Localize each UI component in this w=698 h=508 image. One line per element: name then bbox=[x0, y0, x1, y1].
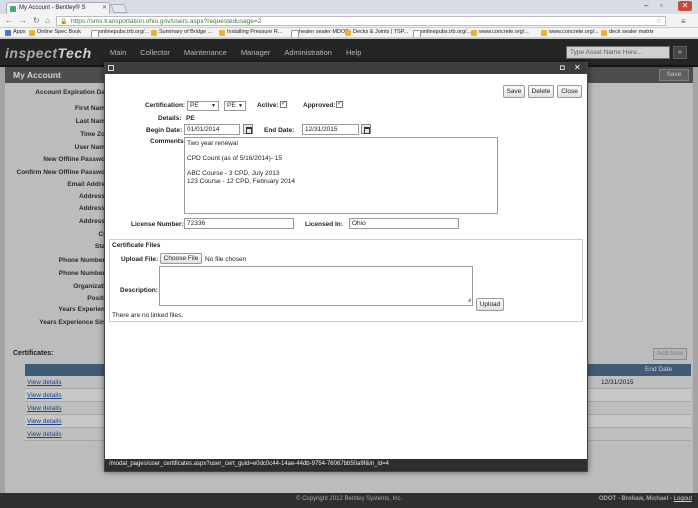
license-number-label: License Number: bbox=[131, 221, 184, 228]
modal-close-button[interactable]: Close bbox=[557, 85, 582, 98]
browser-tab-bar: My Account - Bentley® S ✕ – ▫ ✕ bbox=[0, 0, 698, 14]
licensed-in-input[interactable]: Ohio bbox=[349, 218, 459, 229]
details-value: PE bbox=[186, 115, 195, 122]
bookmark-item[interactable]: www.concrete.org/... bbox=[540, 29, 599, 36]
upload-button[interactable]: Upload bbox=[476, 298, 504, 311]
bookmark-star-icon[interactable]: ☆ bbox=[656, 17, 662, 25]
tab-close-icon[interactable]: ✕ bbox=[102, 4, 107, 11]
details-label: Details: bbox=[158, 115, 182, 122]
modal-delete-button[interactable]: Delete bbox=[528, 85, 554, 98]
forward-icon[interactable]: → bbox=[19, 16, 27, 25]
upload-file-label: Upload File: bbox=[121, 256, 159, 263]
home-icon[interactable]: ⌂ bbox=[45, 16, 50, 25]
active-checkbox[interactable]: ✓ bbox=[280, 101, 287, 108]
comments-textarea[interactable]: Two year renewal CPD Count (as of 5/16/2… bbox=[184, 137, 498, 214]
approved-label: Approved: bbox=[303, 102, 336, 109]
bookmark-item[interactable]: deck sealer matrix bbox=[600, 29, 654, 36]
begin-date-calendar-icon[interactable] bbox=[243, 124, 253, 134]
tab-title: My Account - Bentley® S bbox=[19, 5, 86, 11]
end-date-input[interactable]: 12/31/2015 bbox=[302, 124, 359, 135]
modal-system-icon bbox=[108, 65, 114, 71]
choose-file-button[interactable]: Choose File bbox=[160, 253, 202, 264]
maximize-icon[interactable]: ▫ bbox=[660, 1, 663, 10]
url-input[interactable]: 🔒 https://sms.transportation.ohio.gov/us… bbox=[56, 16, 666, 26]
lock-icon: 🔒 bbox=[60, 19, 68, 25]
bookmarks-bar: Apps Online Spec Book onlinepubs.trb.org/.… bbox=[0, 28, 698, 38]
end-date-label: End Date: bbox=[264, 127, 295, 134]
description-label: Description: bbox=[120, 287, 158, 294]
new-tab-button[interactable] bbox=[110, 4, 128, 13]
reload-icon[interactable]: ↻ bbox=[33, 16, 40, 25]
licensed-in-label: Licensed In: bbox=[305, 221, 343, 228]
certification-sub-select[interactable]: PE ▼ bbox=[224, 101, 246, 111]
chevron-down-icon: ▼ bbox=[238, 103, 243, 109]
url-text: https://sms.transportation.ohio.gov/user… bbox=[71, 18, 262, 25]
back-icon[interactable]: ← bbox=[5, 16, 13, 25]
approved-checkbox[interactable]: ✓ bbox=[336, 101, 343, 108]
license-number-input[interactable]: 72336 bbox=[184, 218, 294, 229]
comments-label: Comments: bbox=[150, 138, 186, 145]
begin-date-label: Begin Date: bbox=[146, 127, 183, 134]
bookmark-item[interactable]: healer sealer MDOT bbox=[290, 29, 349, 37]
bookmark-item[interactable]: onlinepubs.trb.org/... bbox=[412, 29, 471, 37]
browser-menu-icon[interactable]: ≡ bbox=[681, 17, 686, 26]
no-file-chosen-text: No file chosen bbox=[205, 256, 247, 263]
resize-grip-icon[interactable]: ◢ bbox=[467, 297, 471, 305]
modal-maximize-icon[interactable]: ◘ bbox=[560, 63, 565, 72]
chevron-down-icon: ▼ bbox=[211, 103, 216, 109]
site-favicon-icon bbox=[10, 6, 16, 12]
certificate-modal: ◘ ✕ Save Delete Close Certification: PE ▼… bbox=[104, 62, 588, 472]
bookmark-item[interactable]: Installing Pressure R... bbox=[218, 29, 282, 36]
modal-status-url: /modal_pages/user_certificates.aspx?user… bbox=[105, 459, 587, 471]
address-bar: ← → ↻ ⌂ 🔒 https://sms.transportation.ohi… bbox=[0, 14, 698, 28]
no-linked-files-text: There are no linked files. bbox=[112, 312, 184, 319]
bookmark-item[interactable]: Decks & Joints | TSP... bbox=[344, 29, 408, 36]
window-close-icon[interactable]: ✕ bbox=[678, 1, 692, 11]
bookmark-item[interactable]: www.concrete.org/... bbox=[470, 29, 529, 36]
browser-tab[interactable]: My Account - Bentley® S ✕ bbox=[6, 2, 110, 14]
bookmark-item[interactable]: onlinepubs.trb.org/... bbox=[90, 29, 149, 37]
certificate-files-panel: Certificate Files Upload File: Choose Fi… bbox=[109, 239, 583, 322]
certification-label: Certification: bbox=[145, 102, 186, 109]
description-textarea[interactable]: ◢ bbox=[159, 266, 473, 306]
modal-save-button[interactable]: Save bbox=[503, 85, 525, 98]
active-label: Active: bbox=[257, 102, 279, 109]
begin-date-input[interactable]: 01/01/2014 bbox=[184, 124, 240, 135]
bookmark-apps[interactable]: Apps bbox=[4, 29, 26, 36]
bookmark-item[interactable]: Online Spec Book bbox=[28, 29, 81, 36]
certification-select[interactable]: PE ▼ bbox=[187, 101, 219, 111]
modal-close-icon[interactable]: ✕ bbox=[574, 63, 581, 72]
modal-title-bar: ◘ ✕ bbox=[105, 63, 587, 74]
certificate-files-title: Certificate Files bbox=[112, 242, 161, 249]
end-date-calendar-icon[interactable] bbox=[361, 124, 371, 134]
minimize-icon[interactable]: – bbox=[644, 1, 648, 10]
bookmark-item[interactable]: Summary of Bridge ... bbox=[150, 29, 212, 36]
